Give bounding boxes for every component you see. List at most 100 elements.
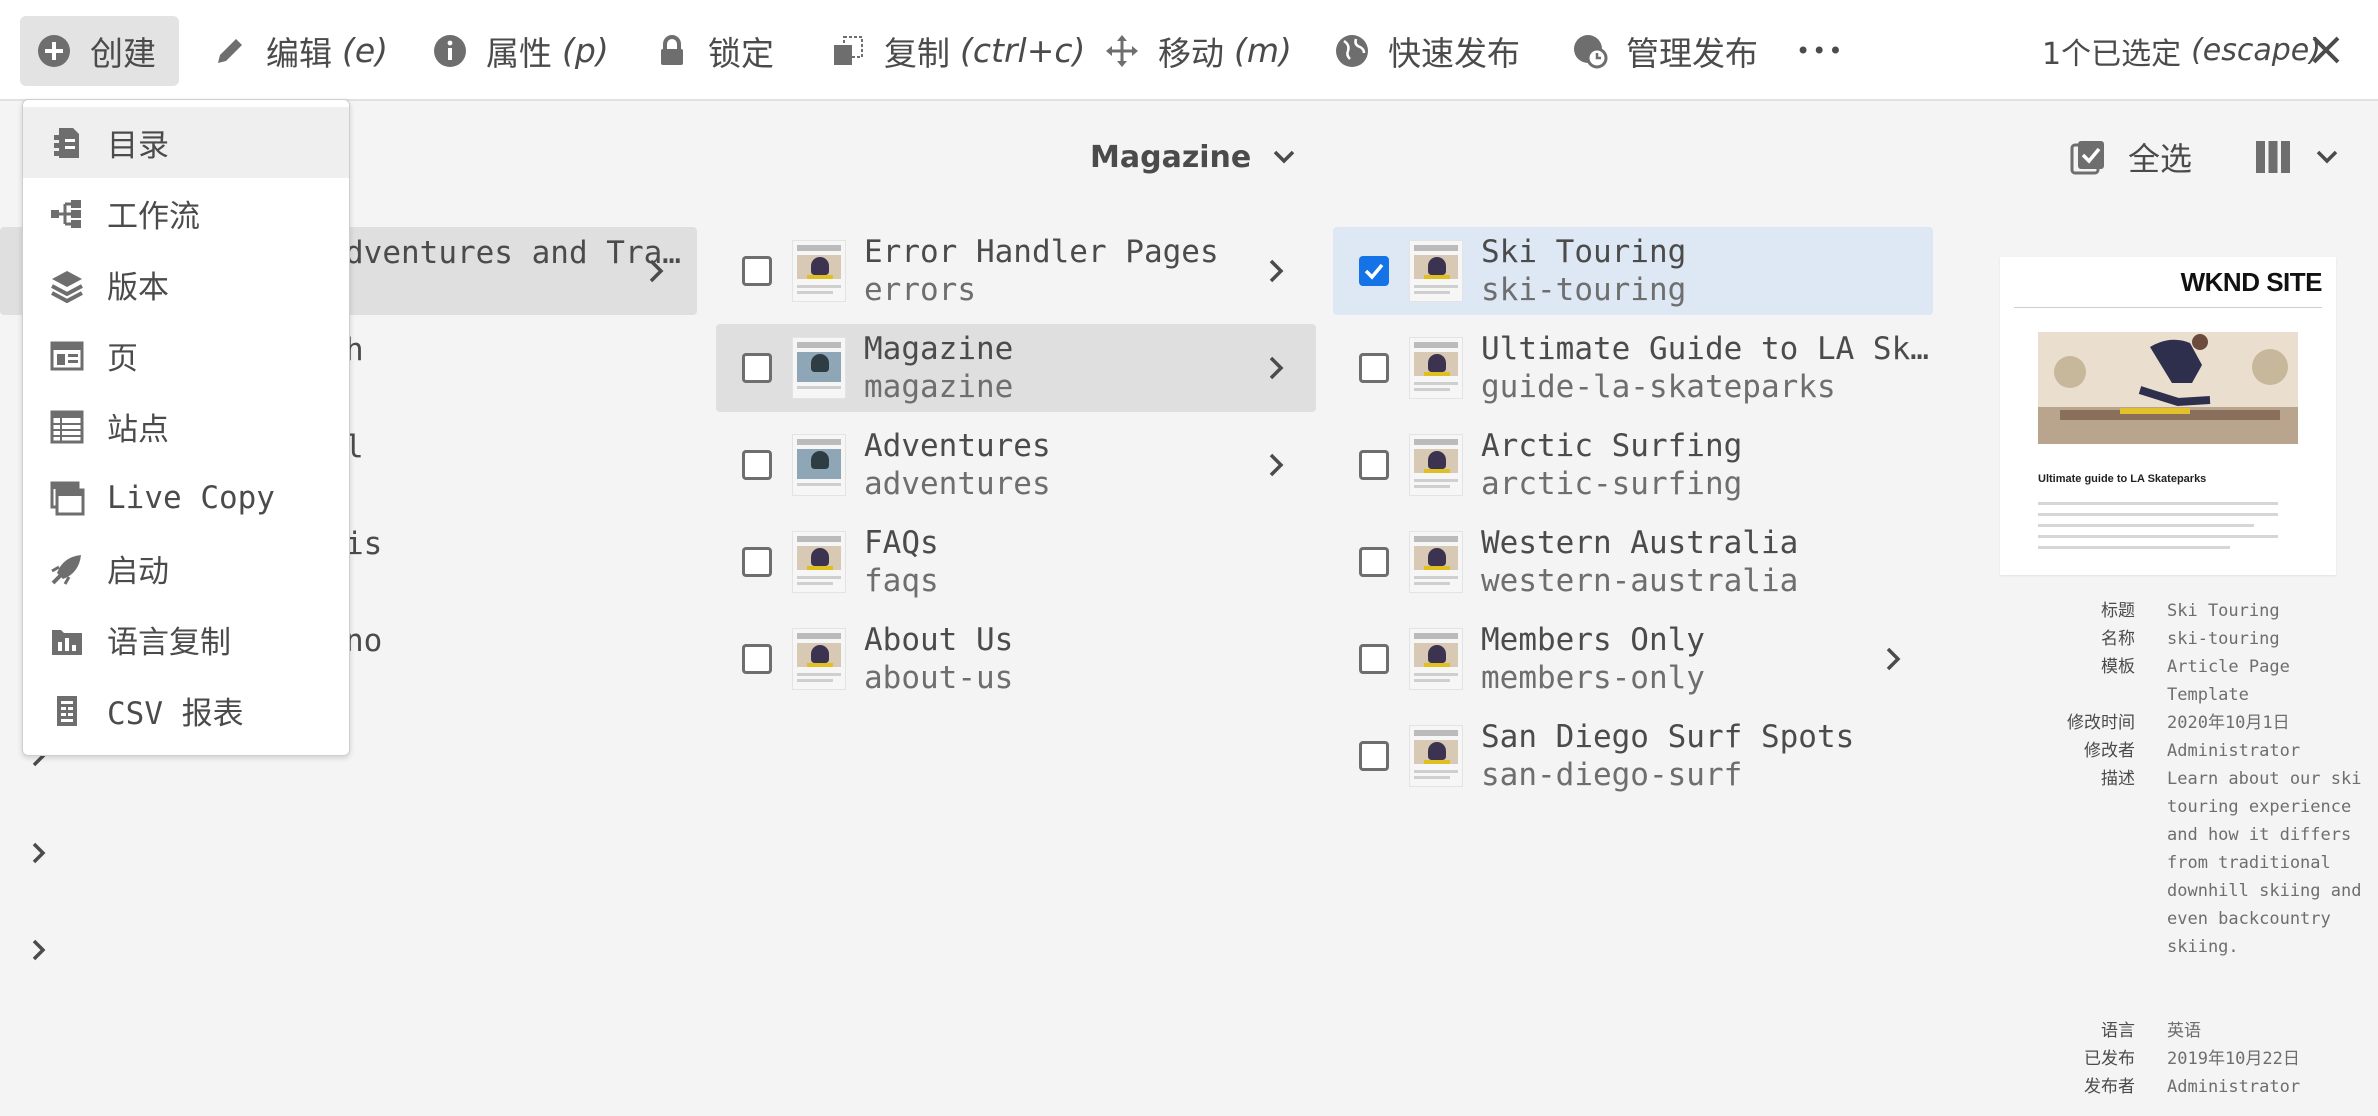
create-label: 创建 (90, 34, 156, 73)
column3-row[interactable]: Ultimate Guide to LA Ska… guide-la-skatep… (1333, 324, 1933, 412)
chevron-right-icon[interactable] (1262, 257, 1290, 285)
copy-shortcut: (ctrl+c) (960, 31, 1086, 70)
column-title-dropdown[interactable]: Magazine (1090, 129, 1297, 185)
row-checkbox[interactable] (1359, 547, 1389, 577)
column-title: Magazine (1090, 139, 1252, 175)
row-checkbox[interactable] (742, 256, 772, 286)
column2-row[interactable]: Error Handler Pages errors (716, 227, 1316, 315)
menu-item-page[interactable]: 页 (23, 320, 349, 391)
live-copy-icon (50, 481, 85, 515)
column2-row[interactable]: Adventures adventures (716, 421, 1316, 509)
copy-button[interactable]: 复制 (ctrl+c) (830, 0, 1085, 101)
page-thumbnail (792, 628, 846, 690)
menu-item-launch[interactable]: 启动 (23, 533, 349, 604)
create-menu: 目录 工作流 版本 页 站点 Live Copy 启动 语言复制 CSV 报表 (22, 99, 350, 756)
row-title: Adventures (864, 428, 1051, 464)
row-checkbox-checked[interactable] (1359, 256, 1389, 286)
row-name: faqs (864, 563, 939, 599)
quick-publish-button[interactable]: 快速发布 (1334, 0, 1520, 101)
meta-value: Ski Touring (2167, 601, 2280, 621)
row-title: Arctic Surfing (1481, 428, 1743, 464)
row-checkbox[interactable] (742, 450, 772, 480)
view-switcher[interactable] (2254, 131, 2340, 183)
row-title: Magazine (864, 331, 1014, 367)
page-thumbnail (1409, 337, 1463, 399)
meta-key: 发布者 (2084, 1077, 2135, 1097)
meta-key: 标题 (2101, 601, 2135, 621)
row-title: Ultimate Guide to LA Ska… (1481, 331, 1933, 367)
edit-label: 编辑 (266, 33, 332, 73)
move-shortcut: (m) (1234, 31, 1292, 70)
catalog-icon (54, 127, 79, 158)
move-button[interactable]: 移动 (m) (1104, 0, 1292, 101)
edit-button[interactable]: 编辑 (e) (212, 0, 388, 101)
meta-value: 2020年10月1日 (2167, 713, 2290, 733)
row-title: Error Handler Pages (864, 234, 1219, 270)
page-thumbnail (1409, 434, 1463, 496)
menu-item-live-copy[interactable]: Live Copy (23, 462, 349, 533)
properties-button[interactable]: 属性 (p) (432, 0, 609, 101)
row-checkbox[interactable] (742, 547, 772, 577)
close-icon[interactable] (2306, 30, 2346, 70)
menu-item-language-copy[interactable]: 语言复制 (23, 604, 349, 675)
row-name: adventures (864, 466, 1051, 502)
column3-row[interactable]: Arctic Surfing arctic-surfing (1333, 421, 1933, 509)
chevron-down-icon (1274, 150, 1295, 164)
page-thumbnail (792, 337, 846, 399)
menu-item-csv-report[interactable]: CSV 报表 (23, 675, 349, 746)
menu-item-workflow[interactable]: 工作流 (23, 178, 349, 249)
menu-item-label: 页 (107, 341, 138, 377)
column2-row[interactable]: FAQs faqs (716, 518, 1316, 606)
chevron-right-icon[interactable] (1262, 354, 1290, 382)
lock-button[interactable]: 锁定 (654, 0, 774, 101)
create-button[interactable]: 创建 (20, 16, 179, 86)
more-actions-button[interactable]: ••• (1796, 0, 1844, 101)
chevron-right-icon[interactable] (26, 840, 52, 866)
row-title: San Diego Surf Spots (1481, 719, 1855, 755)
menu-item-label: 版本 (107, 270, 169, 306)
row-title: dventures and Tra… (345, 235, 681, 271)
row-title: FAQs (864, 525, 939, 561)
manage-publication-button[interactable]: 管理发布 (1572, 0, 1758, 101)
row-checkbox[interactable] (1359, 450, 1389, 480)
menu-item-version[interactable]: 版本 (23, 249, 349, 320)
menu-item-site[interactable]: 站点 (23, 391, 349, 462)
chevron-right-icon (649, 259, 664, 283)
row-checkbox[interactable] (1359, 644, 1389, 674)
column3-row[interactable]: Western Australia western-australia (1333, 518, 1933, 606)
chevron-right-icon[interactable] (1879, 645, 1907, 673)
select-all-button[interactable]: 全选 (2068, 131, 2192, 183)
preview-divider (2014, 307, 2322, 308)
row-checkbox[interactable] (742, 644, 772, 674)
selection-count: 1个已选定 (2042, 36, 2182, 72)
column3-row[interactable]: San Diego Surf Spots san-diego-surf (1333, 712, 1933, 800)
language-copy-icon (52, 629, 82, 655)
meta-key: 修改时间 (2067, 713, 2135, 733)
column2-row[interactable]: About Us about-us (716, 615, 1316, 703)
edit-shortcut: (e) (342, 31, 389, 70)
column3-row[interactable]: Members Only members-only (1333, 615, 1933, 703)
preview-text-lines (2038, 502, 2278, 549)
column3-row[interactable]: Ski Touring ski-touring (1333, 227, 1933, 315)
selection-shortcut: (escape) (2191, 33, 2321, 68)
layers-icon (51, 270, 83, 303)
lock-label: 锁定 (708, 33, 774, 73)
row-name: about-us (864, 660, 1014, 696)
chevron-right-icon[interactable] (26, 937, 52, 963)
row-checkbox[interactable] (1359, 741, 1389, 771)
menu-item-label: CSV 报表 (107, 696, 244, 732)
column2-row[interactable]: Magazine magazine (716, 324, 1316, 412)
column-view-icon (2256, 141, 2290, 173)
row-checkbox[interactable] (742, 353, 772, 383)
meta-value: Article Page Template (2167, 657, 2290, 705)
copy-icon (834, 35, 863, 65)
meta-value: 英语 (2167, 1021, 2201, 1041)
row-title: About Us (864, 622, 1014, 658)
row-name: errors (864, 272, 976, 308)
info-icon (434, 34, 466, 67)
menu-item-catalog[interactable]: 目录 (23, 107, 349, 178)
chevron-right-icon[interactable] (1262, 451, 1290, 479)
menu-item-label: 工作流 (107, 199, 200, 235)
meta-key: 语言 (2101, 1021, 2135, 1041)
row-checkbox[interactable] (1359, 353, 1389, 383)
